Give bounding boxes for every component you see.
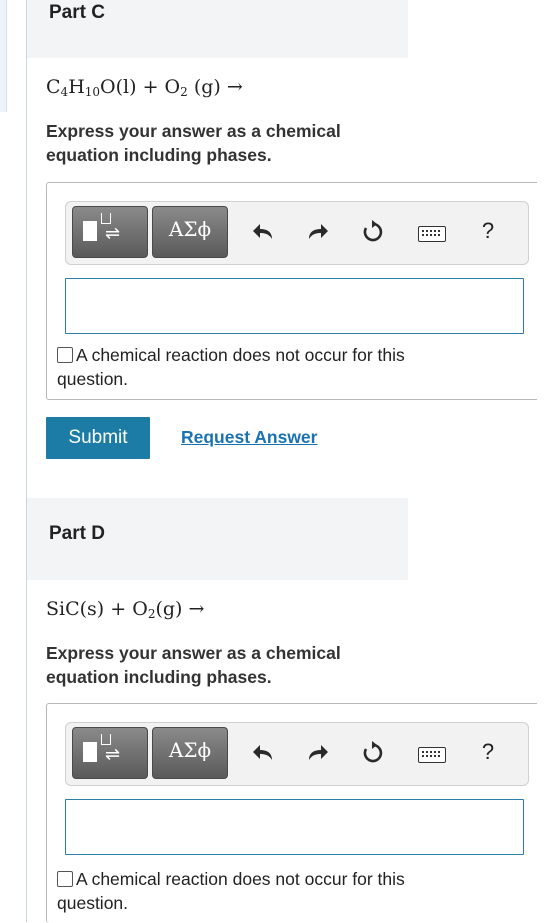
eq-subscript: 2 xyxy=(180,85,188,99)
greek-label: AΣϕ xyxy=(168,738,212,762)
part-d-instruction: Express your answer as a chemical equati… xyxy=(46,643,341,687)
part-c-answer-box: ⇌ AΣϕ ? A chemical reaction does not occ… xyxy=(46,182,537,400)
no-reaction-checkbox[interactable] xyxy=(57,347,73,363)
part-c-toolbar: ⇌ AΣϕ ? xyxy=(65,201,529,265)
redo-icon[interactable] xyxy=(301,735,335,771)
undo-icon[interactable] xyxy=(246,735,280,771)
eq-plus: + xyxy=(142,76,159,98)
part-d-toolbar: ⇌ AΣϕ ? xyxy=(65,722,529,786)
greek-label: AΣϕ xyxy=(168,217,212,241)
part-d-title: Part D xyxy=(49,523,105,544)
part-c-no-reaction[interactable]: A chemical reaction does not occur for t… xyxy=(57,343,477,391)
eq-phase: (g) xyxy=(193,76,221,98)
part-d-answer-input[interactable] xyxy=(65,799,524,855)
help-icon[interactable]: ? xyxy=(476,218,500,244)
part-c-title: Part C xyxy=(49,2,105,23)
part-d-no-reaction[interactable]: A chemical reaction does not occur for t… xyxy=(57,867,477,915)
eq-text: O xyxy=(100,76,116,98)
greek-symbols-button[interactable]: AΣϕ xyxy=(152,206,228,258)
part-c-answer-input[interactable] xyxy=(65,278,524,334)
undo-icon[interactable] xyxy=(246,214,280,250)
eq-plus: + xyxy=(110,598,127,620)
eq-subscript: 10 xyxy=(84,85,101,99)
part-c-equation: C4H10O(l) + O2 (g) → xyxy=(46,76,243,99)
eq-text: H xyxy=(68,76,85,98)
eq-text: O xyxy=(132,598,148,620)
eq-text: SiC xyxy=(46,598,80,620)
eq-phase: (s) xyxy=(79,598,105,620)
eq-text: C xyxy=(46,76,61,98)
keyboard-icon[interactable] xyxy=(418,226,446,242)
eq-arrow: → xyxy=(188,598,205,620)
eq-text: O xyxy=(164,76,181,98)
eq-phase: (l) xyxy=(115,76,137,98)
no-reaction-checkbox[interactable] xyxy=(57,871,73,887)
no-reaction-label: A chemical reaction does not occur for t… xyxy=(57,869,405,913)
part-d-equation: SiC(s) + O2(g) → xyxy=(46,598,204,621)
part-d-answer-box: ⇌ AΣϕ ? A chemical reaction does not occ… xyxy=(46,703,537,923)
no-reaction-label: A chemical reaction does not occur for t… xyxy=(57,345,405,389)
reset-icon[interactable] xyxy=(356,214,390,250)
left-side-tab xyxy=(0,0,7,112)
redo-icon[interactable] xyxy=(301,214,335,250)
eq-arrow: → xyxy=(226,76,243,98)
help-icon[interactable]: ? xyxy=(476,739,500,765)
templates-button[interactable]: ⇌ xyxy=(72,727,148,779)
eq-phase: (g) xyxy=(155,598,183,620)
part-c-instruction: Express your answer as a chemical equati… xyxy=(46,121,341,165)
greek-symbols-button[interactable]: AΣϕ xyxy=(152,727,228,779)
submit-button[interactable]: Submit xyxy=(46,417,150,459)
request-answer-link[interactable]: Request Answer xyxy=(181,427,317,448)
templates-button[interactable]: ⇌ xyxy=(72,206,148,258)
content-divider xyxy=(26,0,27,922)
reset-icon[interactable] xyxy=(356,735,390,771)
keyboard-icon[interactable] xyxy=(418,747,446,763)
